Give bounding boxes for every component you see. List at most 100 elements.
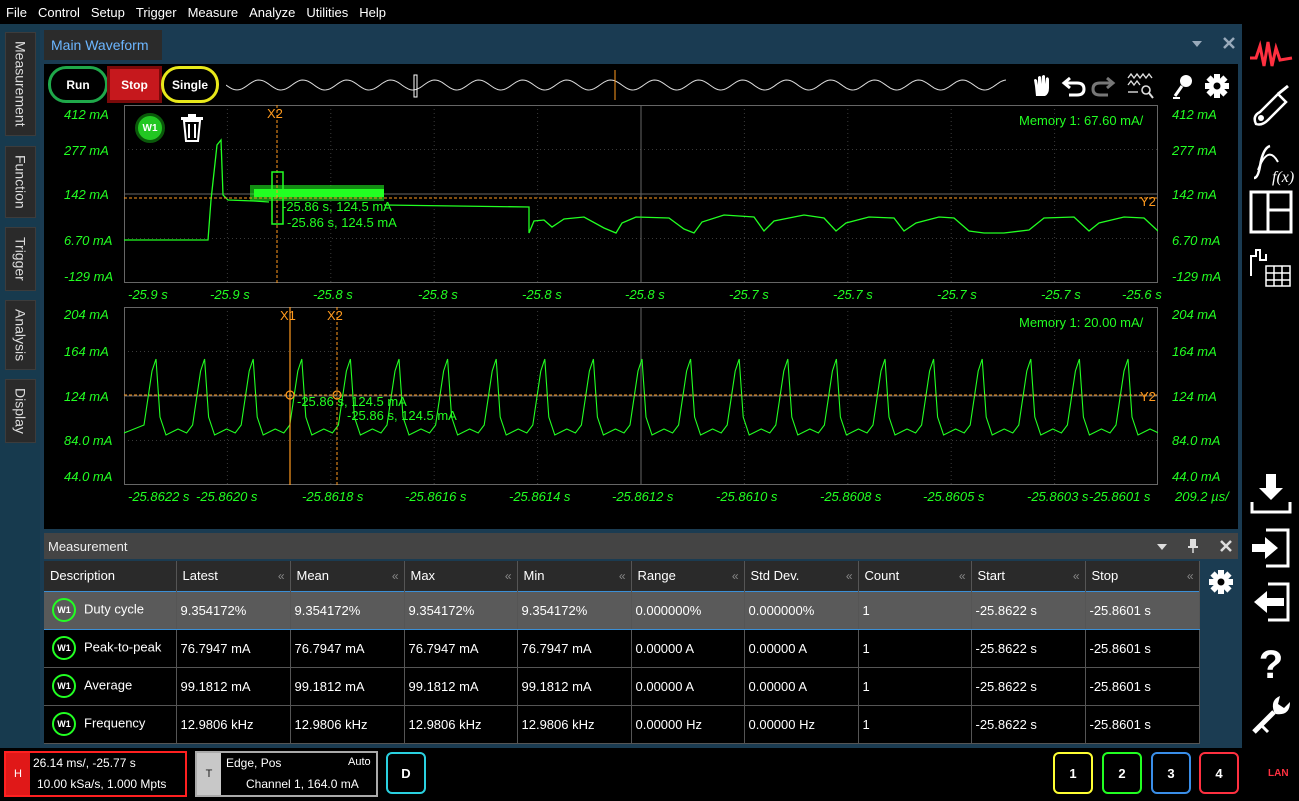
cell-text: 12.9806 kHz	[294, 716, 368, 732]
column-header[interactable]: Max «	[404, 561, 518, 591]
bottom-cursor-x2-label[interactable]: X2	[327, 308, 343, 323]
menu-setup[interactable]: Setup	[91, 5, 125, 20]
w1-waveform-badge[interactable]: W1	[135, 113, 165, 143]
table-chart-icon[interactable]	[1248, 246, 1294, 290]
top-x-tick-label: -25.6 s	[1122, 287, 1162, 302]
menu-analyze[interactable]: Analyze	[249, 5, 295, 20]
bottom-y-label: 204 mA	[64, 307, 109, 322]
cell-text: 12.9806 kHz	[408, 716, 482, 732]
table-row[interactable]: W1 Duty cycle 9.354172% 9.354172% 9.354172% 9…	[44, 590, 1200, 630]
cell-text: Peak-to-peak	[84, 639, 162, 655]
column-header[interactable]: Mean «	[290, 561, 405, 591]
tab-main-waveform[interactable]: Main Waveform	[44, 30, 162, 60]
save-icon[interactable]	[1248, 472, 1294, 516]
collapse-column-icon[interactable]: «	[505, 569, 512, 583]
menu-help[interactable]: Help	[359, 5, 386, 20]
collapse-column-icon[interactable]: «	[278, 569, 285, 583]
column-header[interactable]: Range «	[631, 561, 745, 591]
waveform-overview[interactable]	[226, 70, 1006, 100]
collapse-column-icon[interactable]: «	[959, 569, 966, 583]
bottom-cursor-readout: -25.86 s, 124.5 mA	[297, 394, 407, 409]
menu-measure[interactable]: Measure	[188, 5, 239, 20]
table-row[interactable]: W1 Average 99.1812 mA 99.1812 mA 99.1812 mA 9…	[44, 667, 1200, 706]
tab-display[interactable]: Display	[5, 379, 36, 443]
digital-channel-button[interactable]: D	[386, 752, 426, 794]
channel-1-button[interactable]: 1	[1053, 752, 1093, 794]
close-icon[interactable]	[1222, 36, 1236, 50]
bottom-memory-scale: Memory 1: 20.00 mA/	[1019, 315, 1144, 330]
channel-2-button[interactable]: 2	[1102, 752, 1142, 794]
trash-icon[interactable]	[180, 114, 204, 142]
probe-connect-icon[interactable]	[1248, 84, 1294, 128]
horizontal-status-box[interactable]: H 26.14 ms/, -25.77 s 10.00 kSa/s, 1.000…	[4, 751, 187, 797]
cell-text: 0.00000 A	[748, 678, 808, 694]
collapse-column-icon[interactable]: «	[392, 569, 399, 583]
run-button[interactable]: Run	[48, 66, 108, 103]
bottom-cursors[interactable]	[124, 307, 1158, 485]
column-header[interactable]: Min «	[517, 561, 632, 591]
w1-source-badge: W1	[52, 712, 76, 736]
bottom-x-tick-label: -25.8605 s	[923, 489, 985, 504]
tab-analysis[interactable]: Analysis	[5, 300, 36, 370]
channel-3-button[interactable]: 3	[1151, 752, 1191, 794]
pin-icon[interactable]	[1187, 538, 1199, 554]
top-cursor-y2-label[interactable]: Y2	[1140, 194, 1156, 209]
stop-button[interactable]: Stop	[107, 66, 162, 103]
table-cell: -25.8601 s	[1085, 667, 1200, 706]
close-icon[interactable]	[1219, 539, 1233, 553]
bottom-y-label-right: 124 mA	[1172, 389, 1217, 404]
bottom-x-tick-label: -25.8603 s	[1027, 489, 1089, 504]
table-cell: 12.9806 kHz	[176, 705, 291, 744]
column-header[interactable]: Stop «	[1085, 561, 1200, 591]
chevron-down-icon[interactable]	[1191, 39, 1203, 49]
collapse-column-icon[interactable]: «	[1187, 569, 1194, 583]
tab-trigger[interactable]: Trigger	[5, 227, 36, 291]
tab-measurement[interactable]: Measurement	[5, 32, 36, 136]
collapse-column-icon[interactable]: «	[619, 569, 626, 583]
table-cell: 0.00000 A	[631, 667, 745, 706]
single-button[interactable]: Single	[161, 66, 219, 103]
menu-utilities[interactable]: Utilities	[306, 5, 348, 20]
tab-function[interactable]: Function	[5, 146, 36, 218]
collapse-column-icon[interactable]: «	[1073, 569, 1080, 583]
cell-text: -25.8622 s	[975, 678, 1037, 694]
import-icon[interactable]	[1248, 526, 1294, 570]
gear-icon[interactable]	[1208, 569, 1234, 595]
help-icon[interactable]: ?	[1248, 640, 1294, 684]
collapse-column-icon[interactable]: «	[732, 569, 739, 583]
function-fx-icon[interactable]: f(x)	[1248, 142, 1294, 186]
table-row[interactable]: W1 Frequency 12.9806 kHz 12.9806 kHz 12.9806…	[44, 705, 1200, 744]
column-header[interactable]: Latest «	[176, 561, 291, 591]
table-cell: 0.00000 A	[744, 629, 859, 668]
table-cell: -25.8622 s	[971, 590, 1086, 630]
menu-file[interactable]: File	[6, 5, 27, 20]
menu-control[interactable]: Control	[38, 5, 80, 20]
export-icon[interactable]	[1248, 580, 1294, 624]
redo-icon[interactable]	[1090, 74, 1116, 98]
channel-4-button[interactable]: 4	[1199, 752, 1239, 794]
column-header[interactable]: Start «	[971, 561, 1086, 591]
layout-icon[interactable]	[1248, 190, 1294, 234]
cell-text: 99.1812 mA	[180, 678, 251, 694]
wrench-icon[interactable]	[1248, 692, 1294, 736]
bottom-cursor-x1-label[interactable]: X1	[280, 308, 296, 323]
bottom-x-tick-label: -25.8620 s	[196, 489, 258, 504]
column-header[interactable]: Std Dev. «	[744, 561, 859, 591]
top-cursor-x2-label[interactable]: X2	[267, 106, 283, 121]
keysight-wave-logo-icon[interactable]	[1248, 32, 1294, 76]
sample-rate-text: 10.00 kSa/s, 1.000 Mpts	[37, 777, 167, 791]
pan-hand-icon[interactable]	[1031, 74, 1053, 98]
table-row[interactable]: W1 Peak-to-peak 76.7947 mA 76.7947 mA 76.794…	[44, 629, 1200, 668]
trigger-status-box[interactable]: T Edge, Pos Auto Channel 1, 164.0 mA	[195, 751, 378, 797]
collapse-column-icon[interactable]: «	[846, 569, 853, 583]
menu-trigger[interactable]: Trigger	[136, 5, 177, 20]
probe-icon[interactable]	[1172, 72, 1196, 100]
top-cursors[interactable]	[124, 105, 1158, 283]
column-header[interactable]: Count «	[858, 561, 972, 591]
undo-icon[interactable]	[1061, 74, 1087, 98]
chevron-down-icon[interactable]	[1156, 542, 1168, 552]
waveform-zoom-icon[interactable]	[1126, 72, 1154, 100]
column-header[interactable]: Description	[44, 561, 177, 591]
gear-icon[interactable]	[1204, 73, 1230, 99]
bottom-cursor-y2-label[interactable]: Y2	[1140, 389, 1156, 404]
